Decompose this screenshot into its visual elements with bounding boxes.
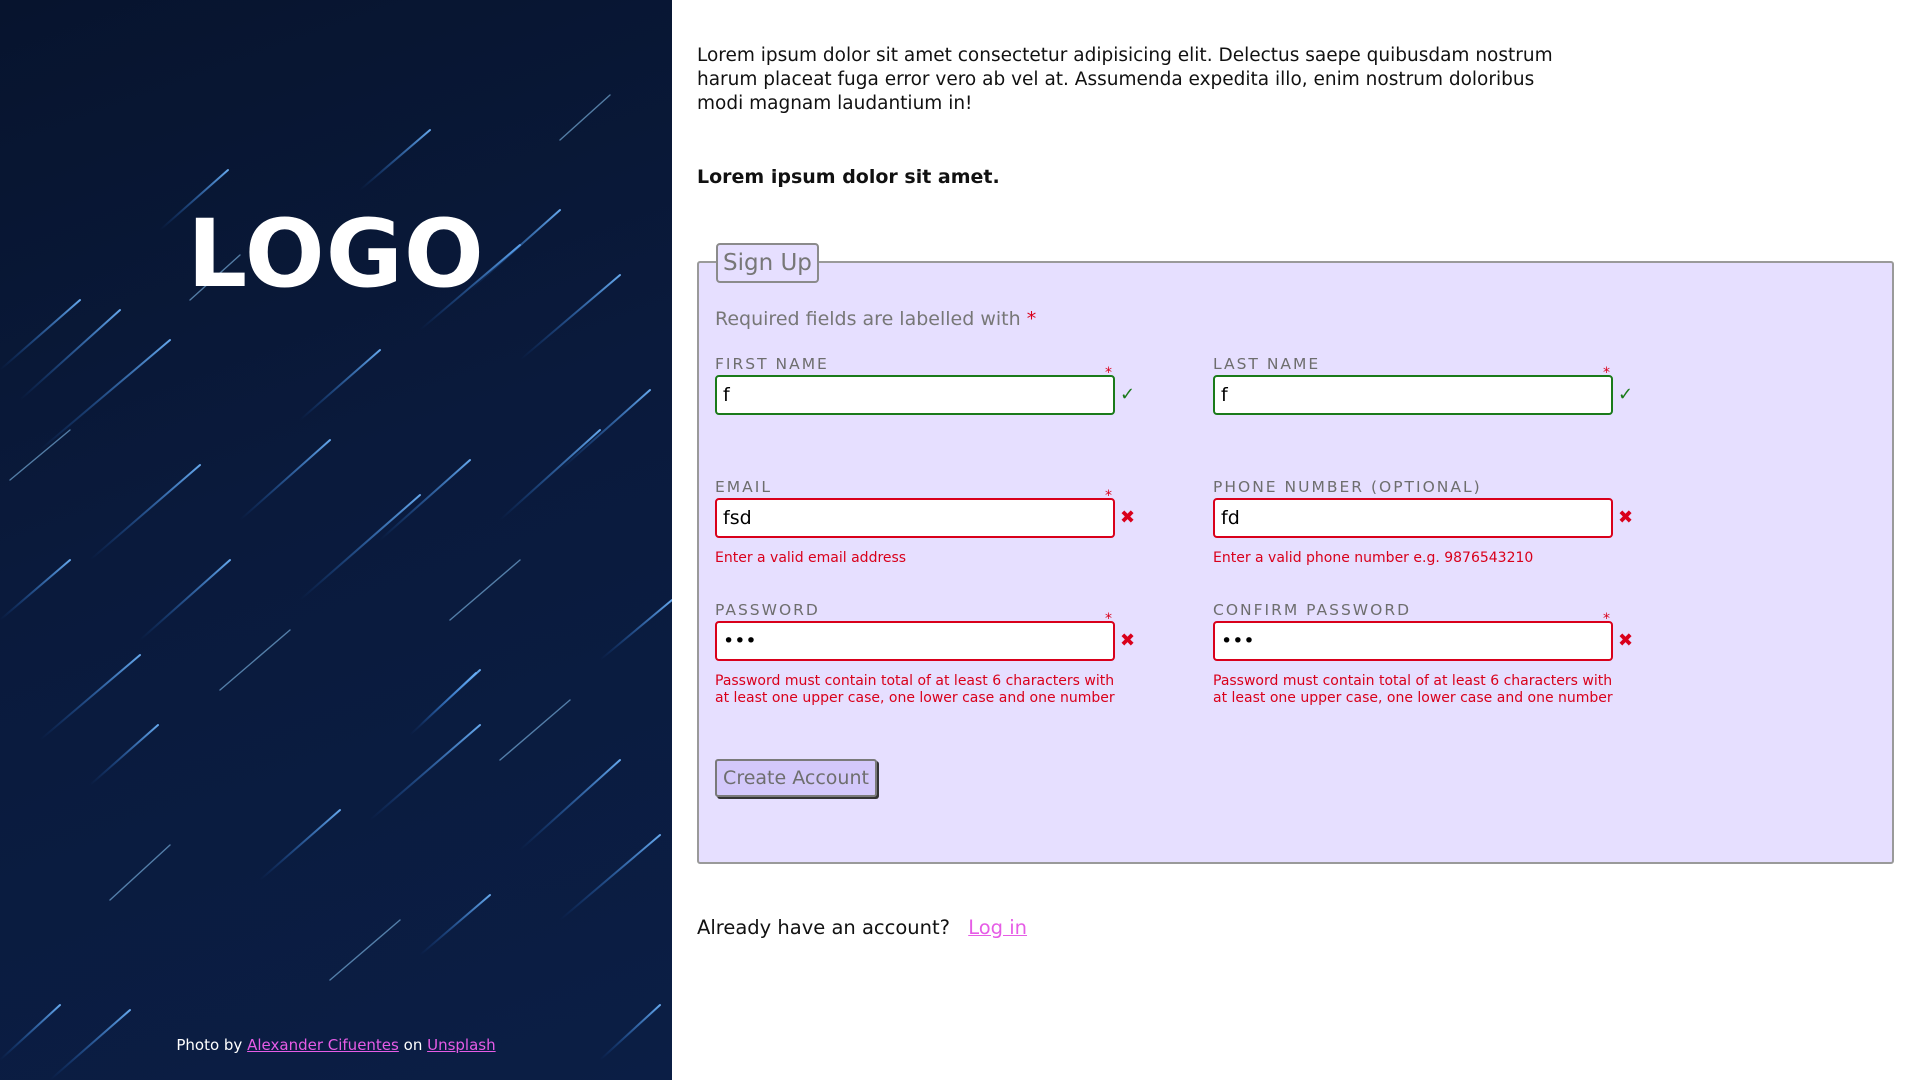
checkmark-icon: ✓ <box>1120 384 1136 405</box>
form-legend: Sign Up <box>716 243 819 283</box>
password-error-message: Password must contain total of at least … <box>715 673 1115 706</box>
intro-paragraph: Lorem ipsum dolor sit amet consectetur a… <box>697 45 1553 114</box>
error-cross-icon: ✖ <box>1120 630 1136 651</box>
confirm-password-label: CONFIRM PASSWORD <box>1213 601 1412 619</box>
checkmark-icon: ✓ <box>1618 384 1634 405</box>
signup-form: Sign Up Required fields are labelled wit… <box>697 243 1894 864</box>
required-note-text: Required fields are labelled with <box>715 308 1021 330</box>
email-input[interactable] <box>715 498 1115 538</box>
required-note-star: * <box>1026 308 1037 330</box>
hero-panel: LOGO Photo by Alexander Cifuentes on Uns… <box>0 0 672 1080</box>
last-name-label: LAST NAME <box>1213 355 1321 373</box>
phone-error-message: Enter a valid phone number e.g. 98765432… <box>1213 550 1534 566</box>
credit-middle: on <box>403 1036 423 1054</box>
logo: LOGO <box>187 200 485 309</box>
password-input[interactable] <box>715 621 1115 661</box>
photo-credit: Photo by Alexander Cifuentes on Unsplash <box>0 1036 672 1054</box>
star-streaks-background <box>0 94 672 1080</box>
first-name-label: FIRST NAME <box>715 355 829 373</box>
email-label: EMAIL <box>715 478 772 496</box>
photographer-link[interactable]: Alexander Cifuentes <box>247 1036 399 1054</box>
password-label: PASSWORD <box>715 601 820 619</box>
last-name-input[interactable] <box>1213 375 1613 415</box>
login-prompt: Already have an account? Log in <box>697 916 1027 939</box>
intro-subheading: Lorem ipsum dolor sit amet. <box>697 166 1000 188</box>
phone-label: PHONE NUMBER (OPTIONAL) <box>1213 478 1482 496</box>
first-name-input[interactable] <box>715 375 1115 415</box>
phone-input[interactable] <box>1213 498 1613 538</box>
error-cross-icon: ✖ <box>1120 507 1136 528</box>
confirm-password-input[interactable] <box>1213 621 1613 661</box>
error-cross-icon: ✖ <box>1618 630 1634 651</box>
unsplash-link[interactable]: Unsplash <box>427 1036 496 1054</box>
required-fields-note: Required fields are labelled with * <box>715 308 1036 330</box>
error-cross-icon: ✖ <box>1618 507 1634 528</box>
create-account-button[interactable]: Create Account <box>715 759 877 797</box>
login-prompt-text: Already have an account? <box>697 916 950 939</box>
email-error-message: Enter a valid email address <box>715 550 907 566</box>
login-link[interactable]: Log in <box>968 916 1027 939</box>
credit-prefix: Photo by <box>176 1036 243 1054</box>
confirm-password-error-message: Password must contain total of at least … <box>1213 673 1613 706</box>
